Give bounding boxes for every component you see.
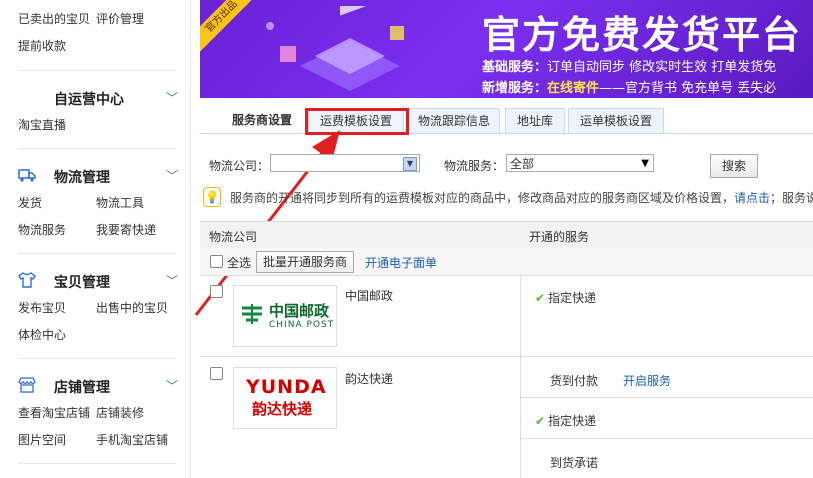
section-shop[interactable]: 店铺管理 ﹀: [18, 375, 178, 397]
company-select[interactable]: ▼: [270, 154, 420, 172]
company-name: 中国邮政: [345, 289, 394, 303]
tab-address-book[interactable]: 地址库: [505, 108, 565, 134]
sidebar: 已卖出的宝贝 评价管理 提前收款 自运营中心 ﹀ 淘宝直播 物流管理 ﹀ 发货 …: [0, 0, 191, 478]
tab-waybill-template[interactable]: 运单模板设置: [568, 108, 664, 134]
select-all-label: 全选: [227, 256, 252, 270]
section-items[interactable]: 宝贝管理 ﹀: [18, 270, 178, 292]
sidebar-link-sold-items[interactable]: 已卖出的宝贝: [18, 10, 90, 27]
chevron-down-icon[interactable]: ﹀: [166, 89, 178, 106]
shop-icon: [18, 377, 36, 393]
enable-service-link[interactable]: 开启服务: [623, 372, 671, 389]
divider: [18, 70, 176, 71]
chevron-down-icon[interactable]: ﹀: [166, 167, 178, 184]
section-title: 店铺管理: [54, 380, 110, 396]
sidebar-link-reviews[interactable]: 评价管理: [96, 10, 144, 27]
service-select[interactable]: 全部 ▼: [506, 154, 654, 172]
search-button[interactable]: 搜索: [710, 154, 758, 178]
sidebar-link-live[interactable]: 淘宝直播: [18, 116, 66, 133]
col-service: 开通的服务: [529, 230, 590, 244]
divider: [18, 463, 176, 464]
row-checkbox[interactable]: [210, 367, 223, 380]
sidebar-link-view-shop[interactable]: 查看淘宝店铺: [18, 404, 90, 421]
chevron-down-icon[interactable]: ﹀: [166, 377, 178, 394]
banner-line-new: 新增服务：在线寄件——官方背书 免充单号 丢失必: [482, 81, 777, 96]
batch-open-button[interactable]: 批量开通服务商: [256, 251, 355, 273]
sidebar-link-send-express[interactable]: 我要寄快递: [96, 221, 156, 238]
sidebar-link-on-sale[interactable]: 出售中的宝贝: [96, 299, 168, 316]
service-designated-express: ✔ 指定快递: [535, 414, 597, 428]
chevron-down-icon[interactable]: ﹀: [166, 272, 178, 289]
isometric-illustration: [266, 6, 404, 91]
notice-bar: 💡 服务商的开通将同步到所有的运费模板对应的商品中，修改商品对应的服务商区域及价…: [200, 185, 813, 209]
section-logistics[interactable]: 物流管理 ﹀: [18, 165, 178, 187]
service-delivery-promise: 到货承诺: [550, 456, 599, 470]
section-title: 物流管理: [54, 170, 110, 186]
sidebar-link-publish[interactable]: 发布宝贝: [18, 299, 66, 316]
check-icon: ✔: [535, 414, 546, 428]
select-all-checkbox[interactable]: [210, 255, 223, 268]
sidebar-link-ship[interactable]: 发货: [18, 194, 42, 211]
lightbulb-icon: 💡: [203, 187, 221, 207]
section-title: 宝贝管理: [54, 275, 110, 291]
chevron-down-icon[interactable]: ▼: [641, 155, 649, 173]
check-icon: ✔: [535, 291, 546, 305]
sidebar-link-logistics-service[interactable]: 物流服务: [18, 221, 66, 238]
col-company: 物流公司: [209, 230, 258, 244]
sidebar-link-mobile-shop[interactable]: 手机淘宝店铺: [96, 431, 168, 448]
company-name: 韵达快递: [345, 372, 394, 386]
shirt-icon: [18, 272, 36, 288]
batch-actions-row: 全选 批量开通服务商 开通电子面单: [200, 248, 813, 276]
sidebar-link-early-payment[interactable]: 提前收款: [18, 37, 66, 54]
table-row: 中国邮政 CHINA POST 中国邮政 ✔ 指定快递: [200, 276, 813, 357]
divider: [18, 253, 176, 254]
section-self-operation[interactable]: 自运营中心 ﹀: [18, 87, 178, 109]
china-post-emblem-icon: [242, 304, 262, 324]
sidebar-link-images[interactable]: 图片空间: [18, 431, 66, 448]
table-header: 物流公司 开通的服务: [200, 221, 813, 249]
service-cod: 货到付款: [550, 374, 599, 388]
sidebar-link-logistics-tools[interactable]: 物流工具: [96, 194, 144, 211]
notice-click-link[interactable]: 请点击: [734, 191, 770, 205]
banner-title: 官方免费发货平台: [482, 13, 803, 57]
section-title: 自运营中心: [54, 92, 124, 108]
china-post-logo: 中国邮政 CHINA POST: [233, 285, 337, 347]
truck-icon: [18, 167, 36, 183]
divider: [18, 358, 176, 359]
divider: [18, 148, 176, 149]
company-label: 物流公司：: [209, 159, 270, 173]
service-label: 物流服务：: [444, 159, 505, 173]
yunda-logo: YUNDA 韵达快递: [233, 367, 337, 429]
row-checkbox[interactable]: [210, 285, 223, 298]
service-designated-express: ✔ 指定快递: [535, 291, 597, 305]
promo-banner[interactable]: 官方出品 官方免费发货平台 基础服务：订单自动同步 修改实时生效 打单发货免 新…: [200, 0, 813, 98]
sidebar-link-decorate[interactable]: 店铺装修: [96, 404, 144, 421]
tab-tracking-info[interactable]: 物流跟踪信息: [408, 108, 500, 134]
sidebar-link-checkup[interactable]: 体检中心: [18, 326, 66, 343]
open-eface-link[interactable]: 开通电子面单: [365, 254, 437, 271]
table-row: YUNDA 韵达快递 韵达快递 货到付款 开启服务 ✔ 指定快递 到货承诺: [200, 357, 813, 478]
chevron-down-icon[interactable]: ▼: [403, 157, 417, 171]
banner-line-basic: 基础服务：订单自动同步 修改实时生效 打单发货免: [482, 60, 777, 75]
